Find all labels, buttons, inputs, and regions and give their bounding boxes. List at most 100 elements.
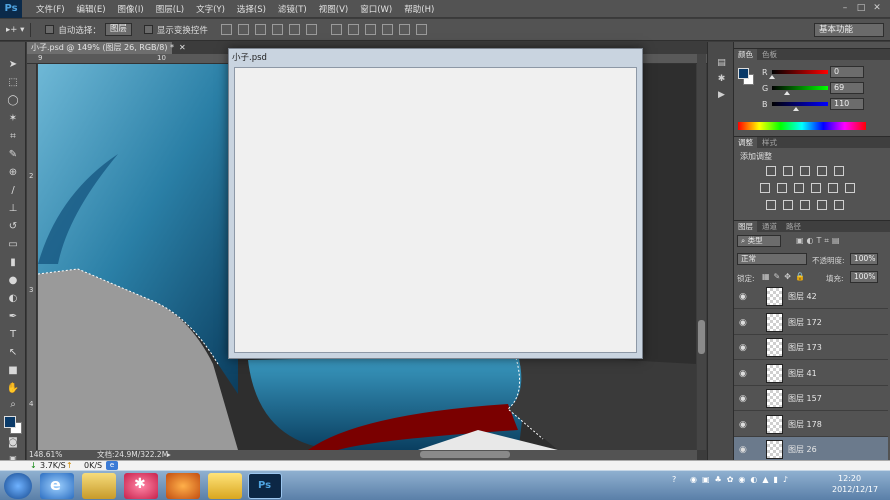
posterize-icon[interactable] xyxy=(783,200,793,210)
channel-track[interactable] xyxy=(772,102,828,106)
pen-tool-icon[interactable]: ✒ xyxy=(4,310,22,324)
color-slider-1[interactable]: G 69 xyxy=(738,82,886,96)
auto-select-checkbox[interactable] xyxy=(45,25,55,34)
distribute-left-icon[interactable] xyxy=(381,24,393,35)
internet-explorer-icon[interactable]: e xyxy=(40,473,74,499)
channel-thumb[interactable] xyxy=(793,107,800,111)
brush-tool-icon[interactable]: / xyxy=(4,184,22,198)
visibility-eye-icon[interactable]: ◉ xyxy=(739,445,747,455)
layer-row[interactable]: ◉ 图层 26 xyxy=(734,437,888,462)
channel-track[interactable] xyxy=(772,86,828,90)
distribute-hcenter-icon[interactable] xyxy=(398,24,410,35)
distribute-vcenter-icon[interactable] xyxy=(347,24,359,35)
menu-file[interactable]: 文件(F) xyxy=(30,3,71,15)
document-tab[interactable]: 小子.psd @ 149% (图层 26, RGB/8) * ✕ xyxy=(27,42,186,54)
align-bottom-icon[interactable] xyxy=(254,24,266,35)
tab-swatches[interactable]: 色板 xyxy=(758,49,781,61)
channel-track[interactable] xyxy=(772,70,828,74)
healing-tool-icon[interactable]: ⊕ xyxy=(4,166,22,180)
channel-value[interactable]: 110 xyxy=(830,98,864,110)
clock-date[interactable]: 2012/12/17 xyxy=(832,485,878,494)
minimize-icon[interactable]: – xyxy=(838,3,852,14)
menu-select[interactable]: 选择(S) xyxy=(231,3,272,15)
window-content[interactable] xyxy=(234,67,637,353)
history-brush-tool-icon[interactable]: ↺ xyxy=(4,220,22,234)
layer-row[interactable]: ◉ 图层 157 xyxy=(734,386,888,411)
layer-row[interactable]: ◉ 图层 178 xyxy=(734,411,888,437)
hand-tool-icon[interactable]: ✋ xyxy=(4,382,22,396)
visibility-eye-icon[interactable]: ◉ xyxy=(739,318,747,328)
brightness-icon[interactable] xyxy=(766,166,776,176)
auto-select-dropdown[interactable]: 图层 xyxy=(104,23,132,36)
menu-filter[interactable]: 滤镜(T) xyxy=(272,3,313,15)
blend-mode-dropdown[interactable]: 正常 xyxy=(737,253,807,265)
workspace-dropdown[interactable]: 基本功能 xyxy=(814,23,884,37)
magic-wand-tool-icon[interactable]: ✶ xyxy=(4,112,22,126)
close-icon[interactable]: ✕ xyxy=(870,3,884,14)
color-lookup-icon[interactable] xyxy=(845,183,855,193)
levels-icon[interactable] xyxy=(783,166,793,176)
channel-mixer-icon[interactable] xyxy=(828,183,838,193)
visibility-eye-icon[interactable]: ◉ xyxy=(739,369,747,379)
layer-row[interactable]: ◉ 图层 41 xyxy=(734,360,888,386)
menu-view[interactable]: 视图(V) xyxy=(313,3,354,15)
curves-icon[interactable] xyxy=(800,166,810,176)
sticky-notes-icon[interactable] xyxy=(208,473,242,499)
menu-type[interactable]: 文字(Y) xyxy=(190,3,231,15)
menu-edit[interactable]: 编辑(E) xyxy=(71,3,112,15)
align-hcenter-icon[interactable] xyxy=(288,24,300,35)
vertical-scrollbar[interactable] xyxy=(697,54,706,450)
brush-preset-icon[interactable]: ✱ xyxy=(716,74,727,84)
tab-channels[interactable]: 通道 xyxy=(758,221,781,233)
status-arrow-icon[interactable]: ▸ xyxy=(167,450,171,460)
vibrance-icon[interactable] xyxy=(834,166,844,176)
clock-time[interactable]: 12:20 xyxy=(838,474,861,483)
visibility-eye-icon[interactable]: ◉ xyxy=(739,343,747,353)
tray-help-icon[interactable]: ? xyxy=(672,475,676,484)
blur-tool-icon[interactable]: ● xyxy=(4,274,22,288)
zoom-tool-icon[interactable]: ⌕ xyxy=(4,398,22,412)
history-icon[interactable]: ▤ xyxy=(716,58,727,68)
menu-help[interactable]: 帮助(H) xyxy=(398,3,440,15)
visibility-eye-icon[interactable]: ◉ xyxy=(739,420,747,430)
crop-tool-icon[interactable]: ⌗ xyxy=(4,130,22,144)
app-flower-icon[interactable]: ✱ xyxy=(124,473,158,499)
invert-icon[interactable] xyxy=(766,200,776,210)
move-tool-icon[interactable]: ➤ xyxy=(4,58,22,72)
channel-value[interactable]: 69 xyxy=(830,82,864,94)
threshold-icon[interactable] xyxy=(800,200,810,210)
align-right-icon[interactable] xyxy=(305,24,317,35)
photo-filter-icon[interactable] xyxy=(811,183,821,193)
filter-icons[interactable]: ▣◐T⌗▤ xyxy=(796,236,843,246)
exposure-icon[interactable] xyxy=(817,166,827,176)
move-tool-icon[interactable]: ▸+ ▾ xyxy=(6,25,24,35)
stamp-tool-icon[interactable]: ⊥ xyxy=(4,202,22,216)
quick-mask-icon[interactable]: ◙ xyxy=(4,436,22,450)
color-slider-0[interactable]: R0 xyxy=(738,66,886,80)
tab-styles[interactable]: 样式 xyxy=(758,137,781,149)
path-select-tool-icon[interactable]: ↖ xyxy=(4,346,22,360)
file-explorer-icon[interactable] xyxy=(82,473,116,499)
opacity-field[interactable]: 100% xyxy=(850,253,878,265)
maximize-icon[interactable]: □ xyxy=(854,3,868,14)
visibility-eye-icon[interactable]: ◉ xyxy=(739,394,747,404)
align-top-icon[interactable] xyxy=(220,24,232,35)
color-spectrum-bar[interactable] xyxy=(738,122,866,130)
zoom-level[interactable]: 148.61% xyxy=(29,450,62,460)
foreground-color-swatch[interactable] xyxy=(4,416,16,428)
start-button[interactable] xyxy=(4,473,32,499)
tab-paths[interactable]: 路径 xyxy=(782,221,805,233)
color-fg-swatch[interactable] xyxy=(738,68,749,79)
type-tool-icon[interactable]: T xyxy=(4,328,22,342)
hue-icon[interactable] xyxy=(760,183,770,193)
tab-layers[interactable]: 图层 xyxy=(734,221,757,233)
align-left-icon[interactable] xyxy=(271,24,283,35)
bw-icon[interactable] xyxy=(794,183,804,193)
menu-layer[interactable]: 图层(L) xyxy=(150,3,190,15)
align-vcenter-icon[interactable] xyxy=(237,24,249,35)
vertical-scroll-thumb[interactable] xyxy=(698,320,705,354)
layer-filter-dropdown[interactable]: ⌕ 类型 xyxy=(737,235,781,247)
gradient-map-icon[interactable] xyxy=(834,200,844,210)
shape-tool-icon[interactable]: ■ xyxy=(4,364,22,378)
eraser-tool-icon[interactable]: ▭ xyxy=(4,238,22,252)
